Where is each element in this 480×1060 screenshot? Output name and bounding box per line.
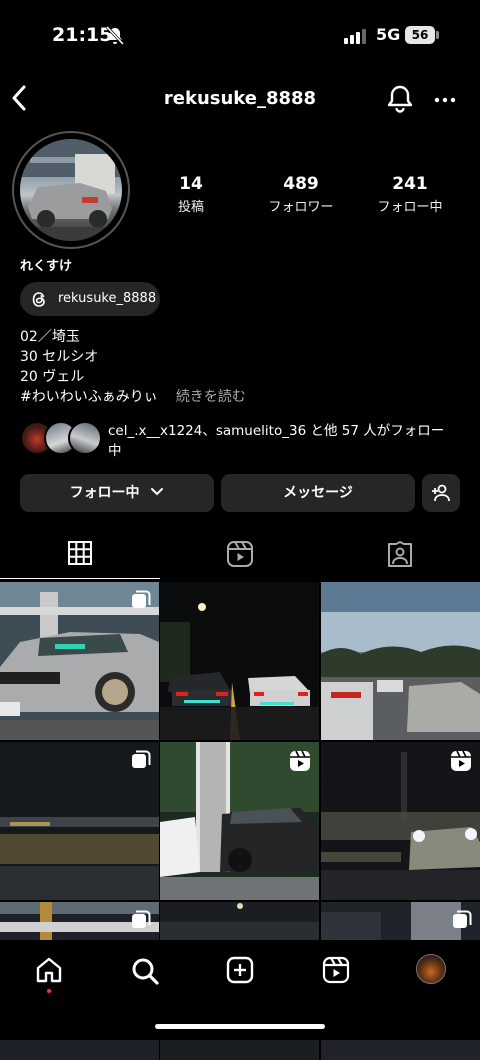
status-bar: 21:15 5G 56 bbox=[0, 0, 480, 70]
silent-mode-icon bbox=[104, 25, 126, 50]
bio-line-3: 20 ヴェル bbox=[20, 369, 85, 385]
threads-handle: rekusuke_8888 bbox=[58, 291, 157, 306]
battery-indicator: 56 bbox=[405, 26, 435, 44]
grid-post[interactable] bbox=[321, 742, 480, 900]
posts-count-value: 14 bbox=[179, 174, 203, 194]
battery-tip bbox=[436, 31, 439, 39]
reel-icon bbox=[289, 750, 311, 776]
profile-avatar[interactable] bbox=[20, 139, 122, 241]
grid-post[interactable] bbox=[160, 742, 319, 900]
mutual-follower-avatar bbox=[68, 421, 102, 455]
followed-by-line-2: 中 bbox=[108, 443, 122, 459]
bio-line-4: #わいわいふぁみりぃ 続きを読む bbox=[20, 386, 246, 406]
carousel-icon bbox=[131, 750, 151, 774]
posts-count[interactable]: 14 投稿 bbox=[136, 174, 246, 215]
more-options-icon[interactable] bbox=[433, 88, 457, 116]
followers-count-label: フォロワー bbox=[268, 200, 334, 215]
chevron-down-icon bbox=[151, 488, 164, 496]
suggested-users-button[interactable] bbox=[422, 474, 460, 512]
search-icon[interactable] bbox=[130, 956, 160, 990]
home-notification-dot bbox=[47, 989, 51, 993]
tab-tagged[interactable] bbox=[386, 540, 414, 572]
following-button-label: フォロー中 bbox=[69, 485, 140, 501]
bio-line-1: 02／埼玉 bbox=[20, 329, 80, 345]
cellular-signal-icon bbox=[344, 28, 370, 48]
grid-post[interactable] bbox=[0, 582, 159, 740]
threads-icon bbox=[31, 291, 47, 312]
bio-hashtag[interactable]: #わいわいふぁみりぃ bbox=[20, 389, 158, 405]
carousel-icon bbox=[452, 910, 472, 934]
tab-posts-grid[interactable] bbox=[67, 540, 93, 570]
following-count-value: 241 bbox=[392, 174, 428, 194]
grid-post[interactable] bbox=[321, 582, 480, 740]
following-count[interactable]: 241 フォロー中 bbox=[355, 174, 465, 215]
reel-icon bbox=[450, 750, 472, 776]
grid-post[interactable] bbox=[160, 582, 319, 740]
tab-reels[interactable] bbox=[226, 540, 254, 572]
message-button[interactable]: メッセージ bbox=[221, 474, 415, 512]
reels-icon bbox=[227, 541, 253, 567]
followed-by-text: cel_.x__x1224、samuelito_36 と他 57 人がフォロー … bbox=[108, 421, 468, 461]
add-person-icon bbox=[432, 484, 450, 502]
read-more-link[interactable]: 続きを読む bbox=[176, 389, 246, 405]
followers-count[interactable]: 489 フォロワー bbox=[246, 174, 356, 215]
following-button[interactable]: フォロー中 bbox=[20, 474, 214, 512]
following-count-label: フォロー中 bbox=[377, 200, 443, 215]
followers-count-value: 489 bbox=[283, 174, 319, 194]
network-type: 5G bbox=[376, 25, 401, 44]
grid-post[interactable] bbox=[0, 742, 159, 900]
profile-full-name: れくすけ bbox=[20, 259, 73, 274]
carousel-icon bbox=[131, 910, 151, 934]
create-post-icon[interactable] bbox=[226, 956, 254, 988]
tagged-person-icon bbox=[388, 541, 412, 567]
reels-nav-icon[interactable] bbox=[322, 956, 350, 988]
active-tab-indicator bbox=[0, 578, 160, 579]
home-icon[interactable] bbox=[35, 956, 63, 988]
grid-icon bbox=[68, 541, 92, 565]
message-button-label: メッセージ bbox=[283, 485, 353, 501]
notifications-bell-icon[interactable] bbox=[386, 84, 414, 118]
threads-link-button[interactable]: rekusuke_8888 bbox=[20, 282, 160, 316]
own-profile-avatar[interactable] bbox=[416, 954, 446, 984]
bio-line-2: 30 セルシオ bbox=[20, 349, 99, 365]
carousel-icon bbox=[131, 590, 151, 614]
followed-by-line-1: cel_.x__x1224、samuelito_36 と他 57 人がフォロー bbox=[108, 423, 445, 439]
home-indicator bbox=[155, 1024, 325, 1029]
posts-count-label: 投稿 bbox=[177, 200, 204, 215]
